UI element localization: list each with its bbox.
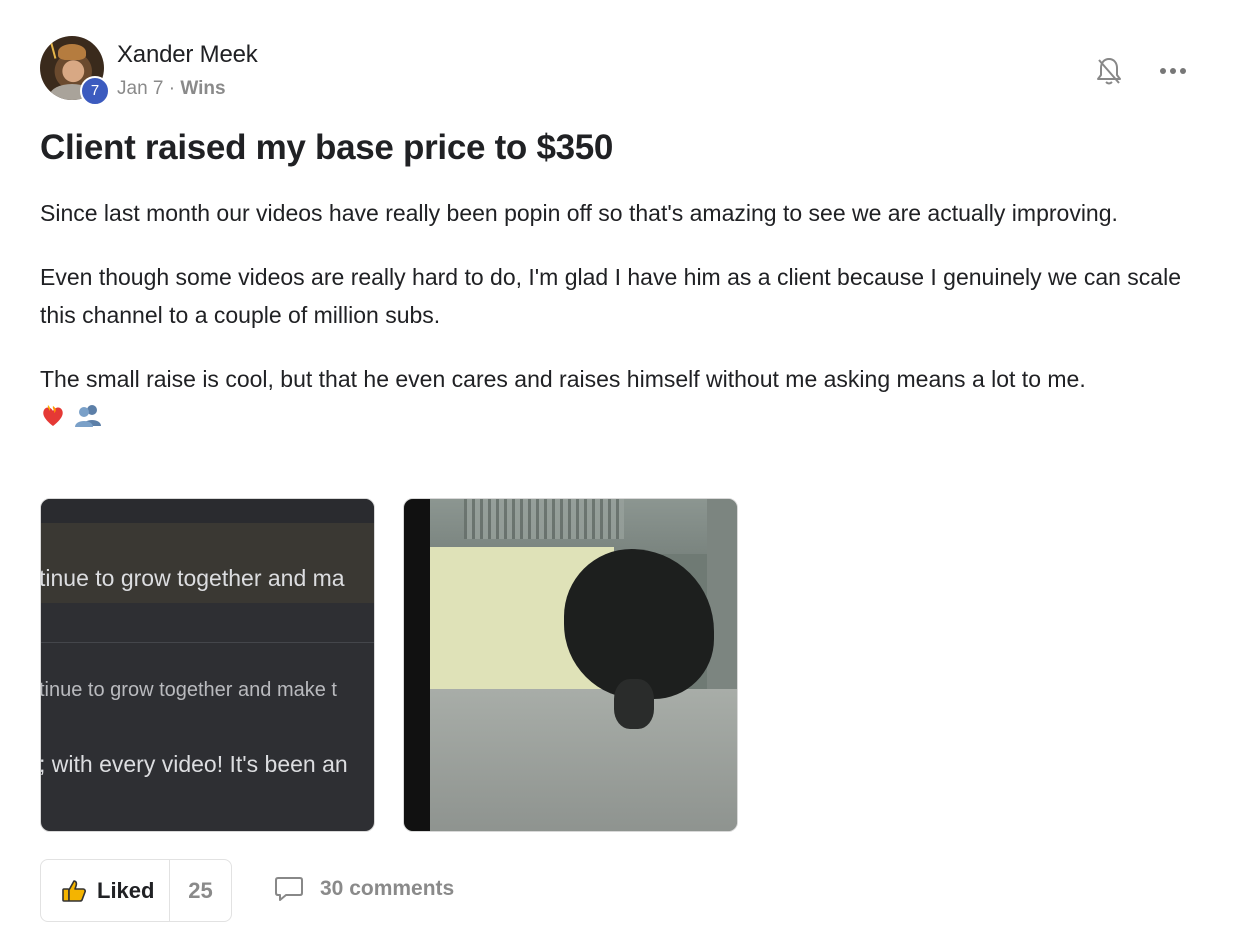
gorilla-figure xyxy=(564,549,714,699)
post-paragraph: The small raise is cool, but that he eve… xyxy=(40,366,1086,392)
like-count[interactable]: 25 xyxy=(170,878,231,904)
post-paragraph: Even though some videos are really hard … xyxy=(40,264,1181,328)
author-name[interactable]: Xander Meek xyxy=(117,41,258,69)
screenshot-text-line: tinue to grow together and ma xyxy=(40,565,345,591)
attachment-gif[interactable] xyxy=(403,498,738,832)
like-label: Liked xyxy=(97,877,155,903)
post-date[interactable]: Jan 7 xyxy=(117,78,163,99)
screenshot-text-line: ; with every video! It's been an xyxy=(40,751,348,777)
post-paragraph: Since last month our videos have really … xyxy=(40,200,1118,226)
screenshot-text-line: tinue to grow together and make t xyxy=(40,679,337,701)
level-badge: 7 xyxy=(80,76,110,106)
post-header: 7 Xander Meek Jan 7 · Wins xyxy=(40,36,1210,106)
post-category[interactable]: Wins xyxy=(180,78,225,99)
thumbs-up-icon xyxy=(62,879,86,902)
meta-separator: · xyxy=(168,78,176,99)
post-meta: Jan 7 · Wins xyxy=(117,78,226,100)
like-control: Liked 25 xyxy=(40,859,232,922)
attachments: tinue to grow together and ma tinue to g… xyxy=(40,498,738,832)
comments-button[interactable]: 30 comments xyxy=(274,875,454,903)
heart-on-fire-emoji xyxy=(43,404,63,426)
post-title: Client raised my base price to $350 xyxy=(40,128,614,167)
emoji-row xyxy=(40,394,1210,427)
attachment-screenshot[interactable]: tinue to grow together and ma tinue to g… xyxy=(40,498,375,832)
comment-icon xyxy=(275,877,303,901)
post-body: Since last month our videos have really … xyxy=(40,194,1210,427)
bell-off-icon[interactable] xyxy=(1096,56,1122,86)
more-horizontal-icon[interactable] xyxy=(1158,58,1188,84)
like-button[interactable]: Liked xyxy=(41,860,170,921)
post-card: 7 Xander Meek Jan 7 · Wins Client raised… xyxy=(40,36,1210,922)
comments-label: 30 comments xyxy=(320,877,455,900)
busts-in-silhouette-emoji xyxy=(75,404,102,427)
